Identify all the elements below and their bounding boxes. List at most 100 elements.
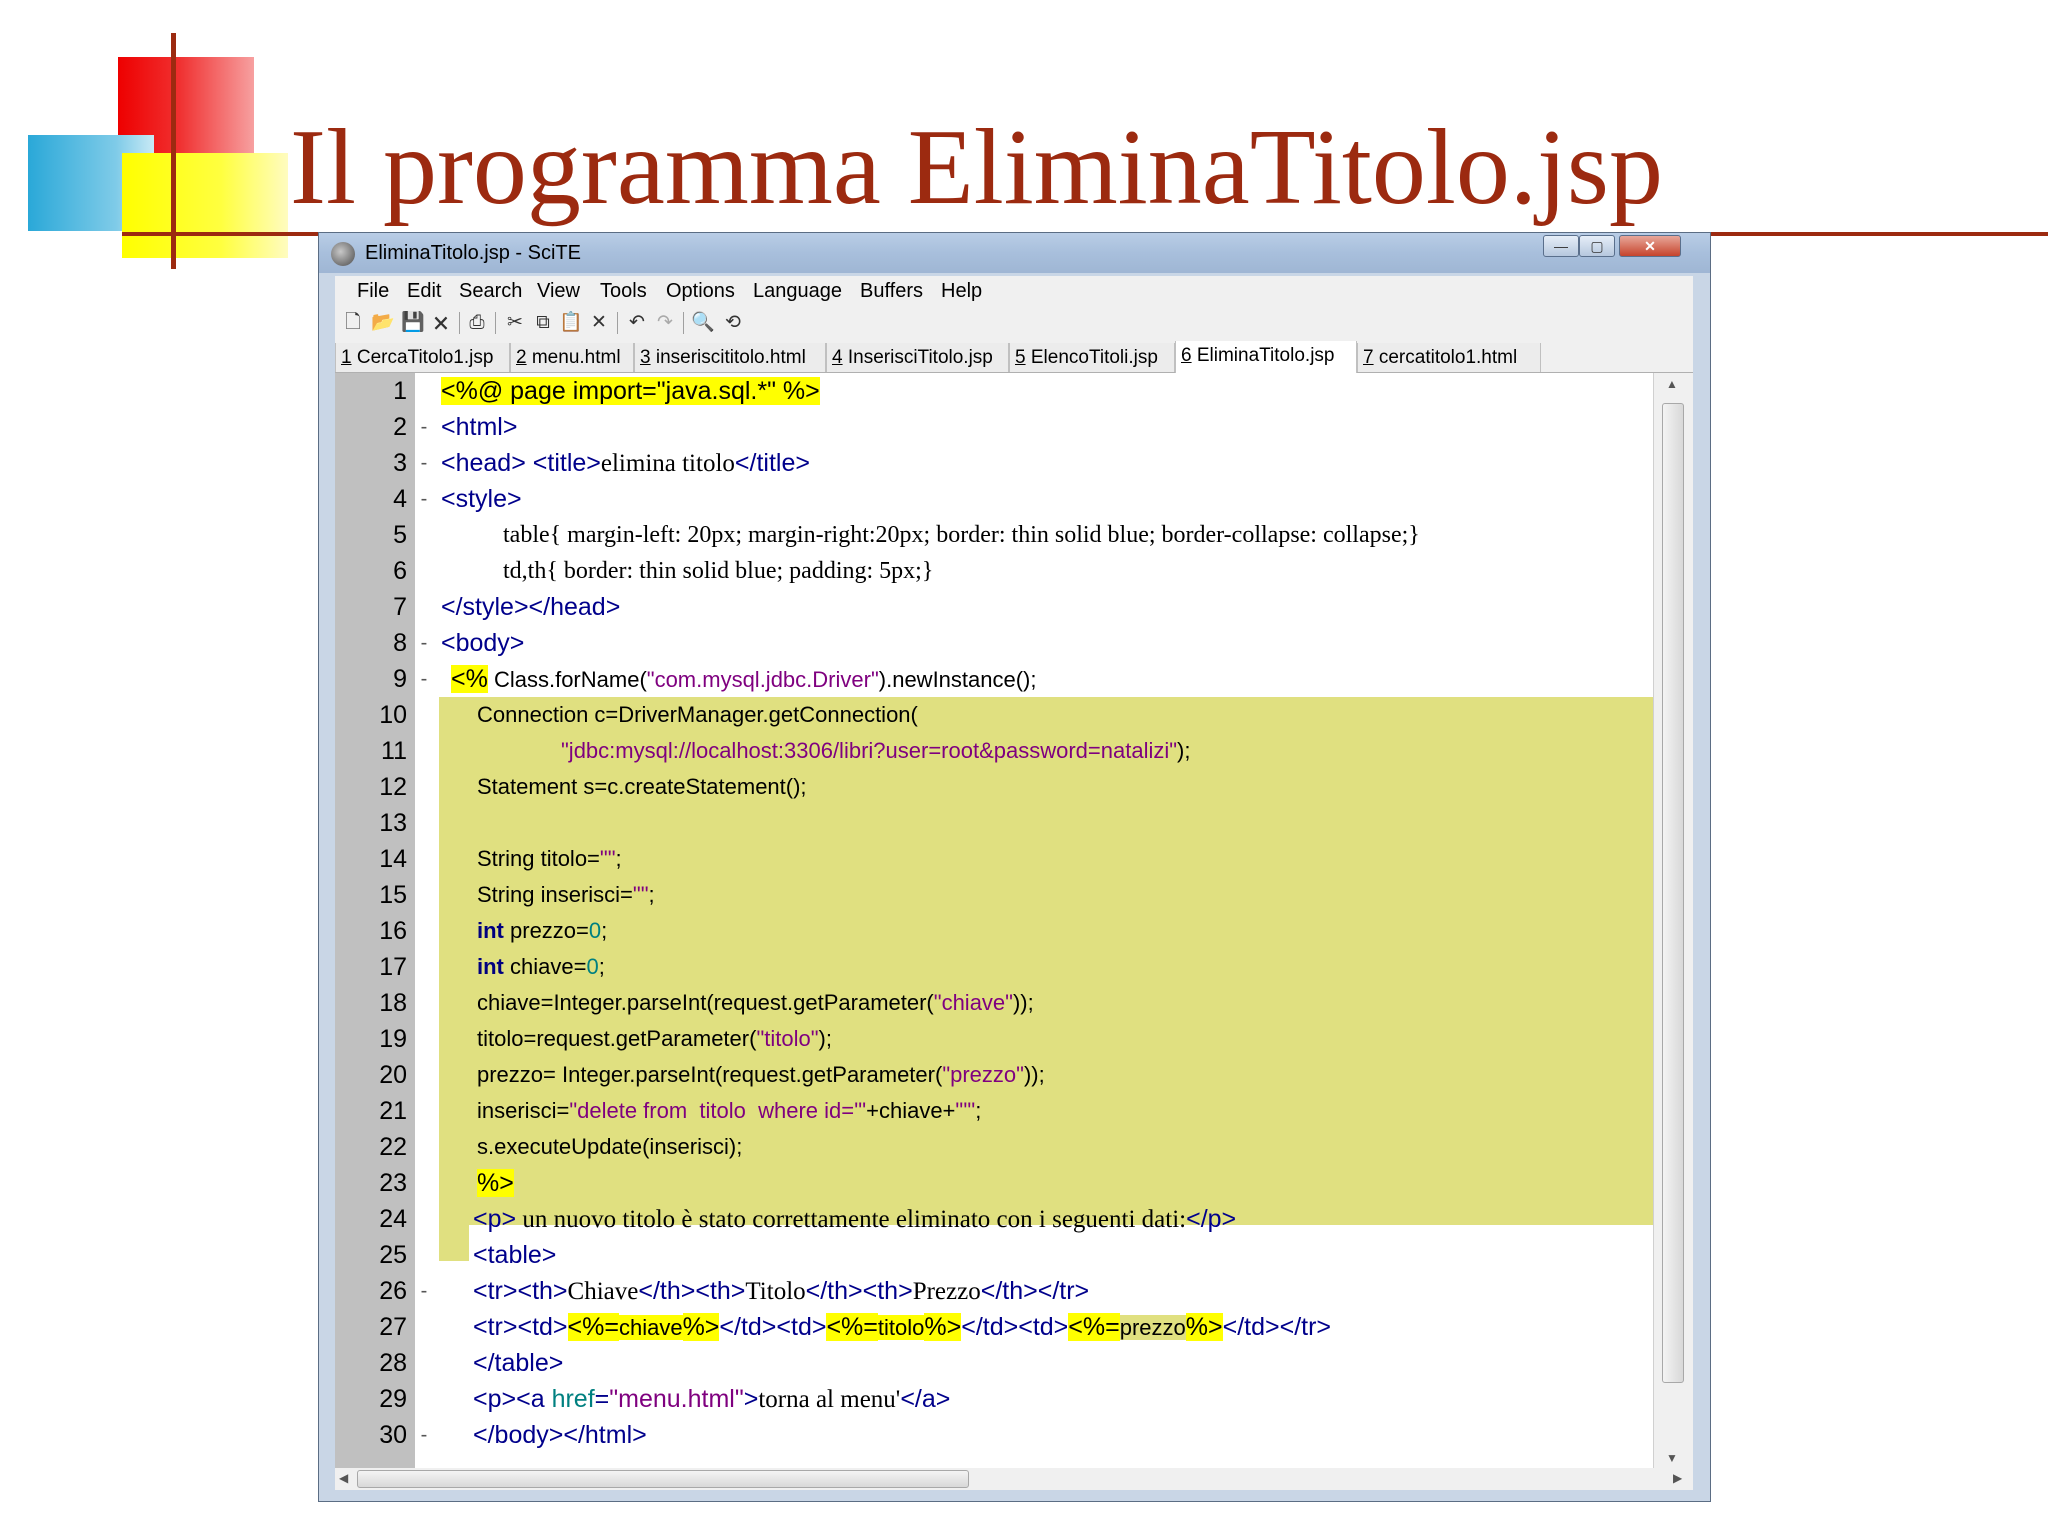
code-token: <%= bbox=[567, 1313, 619, 1341]
close-file-icon[interactable]: 🗙 bbox=[429, 311, 453, 335]
code-token: </td><td> bbox=[719, 1313, 827, 1341]
save-icon[interactable]: 💾 bbox=[401, 311, 425, 335]
code-editor[interactable]: 1 2 3 4 5 6 7 8 9 10 11 12 13 14 15 16 1… bbox=[335, 373, 1693, 1468]
scroll-left-icon[interactable]: ◀ bbox=[339, 1471, 348, 1485]
fold-marker-icon[interactable]: - bbox=[417, 661, 431, 697]
open-icon[interactable]: 📂 bbox=[371, 311, 395, 335]
code-token: %> bbox=[682, 1313, 720, 1341]
tab-eliminatitolo-jsp[interactable]: 6 EliminaTitolo.jsp bbox=[1175, 341, 1357, 373]
code-token: </body></html> bbox=[473, 1421, 647, 1449]
maximize-button[interactable]: ▢ bbox=[1579, 235, 1615, 257]
menu-file[interactable]: File bbox=[357, 278, 389, 304]
fold-marker-icon[interactable]: - bbox=[417, 409, 431, 445]
tab-menu-html[interactable]: 2 menu.html bbox=[510, 343, 634, 372]
code-line: td,th{ border: thin solid blue; padding:… bbox=[503, 553, 933, 589]
jsp-directive: <%@ page import="java.sql.*" %> bbox=[441, 377, 820, 405]
code-line: Statement s=c.createStatement(); bbox=[477, 769, 807, 805]
fold-marker-icon[interactable]: - bbox=[417, 1417, 431, 1453]
menu-view[interactable]: View bbox=[537, 278, 580, 304]
code-token: String titolo= bbox=[477, 846, 600, 871]
tab-cercatitolo1-html[interactable]: 7 cercatitolo1.html bbox=[1357, 343, 1541, 372]
code-line: <p> un nuovo titolo è stato correttament… bbox=[473, 1201, 1236, 1237]
tab-inseriscititolo-jsp[interactable]: 4 InserisciTitolo.jsp bbox=[826, 343, 1009, 372]
line-number: 3 bbox=[393, 449, 407, 477]
line-number-gutter: 1 2 3 4 5 6 7 8 9 10 11 12 13 14 15 16 1… bbox=[335, 373, 415, 1468]
code-token: ; bbox=[598, 954, 605, 979]
code-token: "menu.html" bbox=[609, 1385, 744, 1413]
scroll-down-icon[interactable]: ▼ bbox=[1666, 1451, 1678, 1465]
line-number: 25 bbox=[379, 1241, 407, 1269]
tab-number: 3 bbox=[640, 347, 651, 368]
menu-help[interactable]: Help bbox=[941, 278, 982, 304]
menu-tools[interactable]: Tools bbox=[600, 278, 647, 304]
menu-buffers[interactable]: Buffers bbox=[860, 278, 923, 304]
scroll-right-icon[interactable]: ▶ bbox=[1673, 1471, 1682, 1485]
code-token: ).newInstance(); bbox=[878, 667, 1037, 692]
line-number: 11 bbox=[381, 737, 407, 765]
code-token: > bbox=[743, 1385, 759, 1413]
fold-marker-icon[interactable]: - bbox=[417, 625, 431, 661]
code-token: "titolo" bbox=[756, 1026, 819, 1051]
code-token: Chiave bbox=[567, 1278, 639, 1305]
code-token: table{ margin-left: 20px; margin-right:2… bbox=[503, 522, 1420, 548]
line-number: 4 bbox=[393, 485, 407, 513]
replace-icon[interactable]: ⟲ bbox=[721, 311, 745, 335]
line-number: 8 bbox=[393, 629, 407, 657]
code-token: "delete from titolo where id='" bbox=[569, 1098, 867, 1123]
code-line: %> bbox=[477, 1165, 514, 1201]
code-token: <%= bbox=[1068, 1313, 1120, 1341]
code-token: </style></head> bbox=[441, 593, 621, 621]
new-icon[interactable]: 🗋 bbox=[341, 311, 365, 335]
code-token: </p> bbox=[1186, 1205, 1237, 1233]
code-token: </a> bbox=[900, 1385, 951, 1413]
line-number: 28 bbox=[379, 1349, 407, 1377]
code-line: <table> bbox=[473, 1237, 556, 1273]
code-token: "'" bbox=[955, 1098, 976, 1123]
window-titlebar[interactable]: EliminaTitolo.jsp - SciTE — ▢ ✕ bbox=[319, 233, 1710, 273]
copy-icon[interactable]: ⧉ bbox=[531, 311, 555, 335]
line-number: 14 bbox=[379, 845, 407, 873]
code-token: ; bbox=[601, 918, 608, 943]
minimize-button[interactable]: — bbox=[1543, 235, 1579, 257]
cut-icon[interactable]: ✂ bbox=[503, 311, 527, 335]
fold-marker-icon[interactable]: - bbox=[417, 1273, 431, 1309]
close-button[interactable]: ✕ bbox=[1619, 235, 1681, 257]
horizontal-scrollbar[interactable]: ◀ ▶ bbox=[335, 1468, 1693, 1490]
code-line: <tr><td><%=chiave%></td><td><%=titolo%><… bbox=[473, 1309, 1331, 1345]
code-token: prezzo bbox=[1119, 1315, 1186, 1340]
code-token: </th><th> bbox=[805, 1277, 913, 1305]
code-token: prezzo= Integer.parseInt(request.getPara… bbox=[477, 1062, 943, 1087]
menu-options[interactable]: Options bbox=[666, 278, 735, 304]
code-token: "" bbox=[599, 846, 616, 871]
code-token: </th></tr> bbox=[980, 1277, 1090, 1305]
scroll-up-icon[interactable]: ▲ bbox=[1666, 377, 1678, 391]
code-token: td,th{ border: thin solid blue; padding:… bbox=[503, 558, 934, 584]
fold-marker-icon[interactable]: - bbox=[417, 481, 431, 517]
redo-icon[interactable]: ↷ bbox=[653, 311, 677, 335]
code-token: <%= bbox=[826, 1313, 878, 1341]
tab-inseriscititolo-html[interactable]: 3 inseriscititolo.html bbox=[634, 343, 826, 372]
paste-icon[interactable]: 📋 bbox=[559, 311, 583, 335]
undo-icon[interactable]: ↶ bbox=[625, 311, 649, 335]
code-token: 0 bbox=[588, 918, 602, 943]
find-icon[interactable]: 🔍 bbox=[691, 311, 715, 335]
vertical-scrollbar[interactable]: ▲ ▼ bbox=[1653, 373, 1693, 1468]
tab-cercatitolo1-jsp[interactable]: 1 CercaTitolo1.jsp bbox=[335, 343, 510, 372]
print-icon[interactable]: ⎙ bbox=[465, 311, 489, 335]
tab-elencotitoli-jsp[interactable]: 5 ElencoTitoli.jsp bbox=[1009, 343, 1175, 372]
code-token: Connection c=DriverManager.getConnection… bbox=[477, 702, 918, 727]
menu-edit[interactable]: Edit bbox=[407, 278, 441, 304]
code-token: <style> bbox=[441, 485, 522, 513]
vertical-scroll-thumb[interactable] bbox=[1662, 403, 1684, 1383]
fold-marker-icon[interactable]: - bbox=[417, 445, 431, 481]
line-number: 20 bbox=[379, 1061, 407, 1089]
horizontal-scroll-thumb[interactable] bbox=[357, 1470, 969, 1488]
tab-number: 4 bbox=[832, 347, 843, 368]
menu-language[interactable]: Language bbox=[753, 278, 842, 304]
code-token: <% bbox=[451, 665, 488, 693]
line-number: 29 bbox=[379, 1385, 407, 1413]
menu-search[interactable]: Search bbox=[459, 278, 522, 304]
code-token: s.executeUpdate(inserisci); bbox=[477, 1134, 743, 1159]
code-token: <body> bbox=[441, 629, 525, 657]
delete-icon[interactable]: ✕ bbox=[587, 311, 611, 335]
